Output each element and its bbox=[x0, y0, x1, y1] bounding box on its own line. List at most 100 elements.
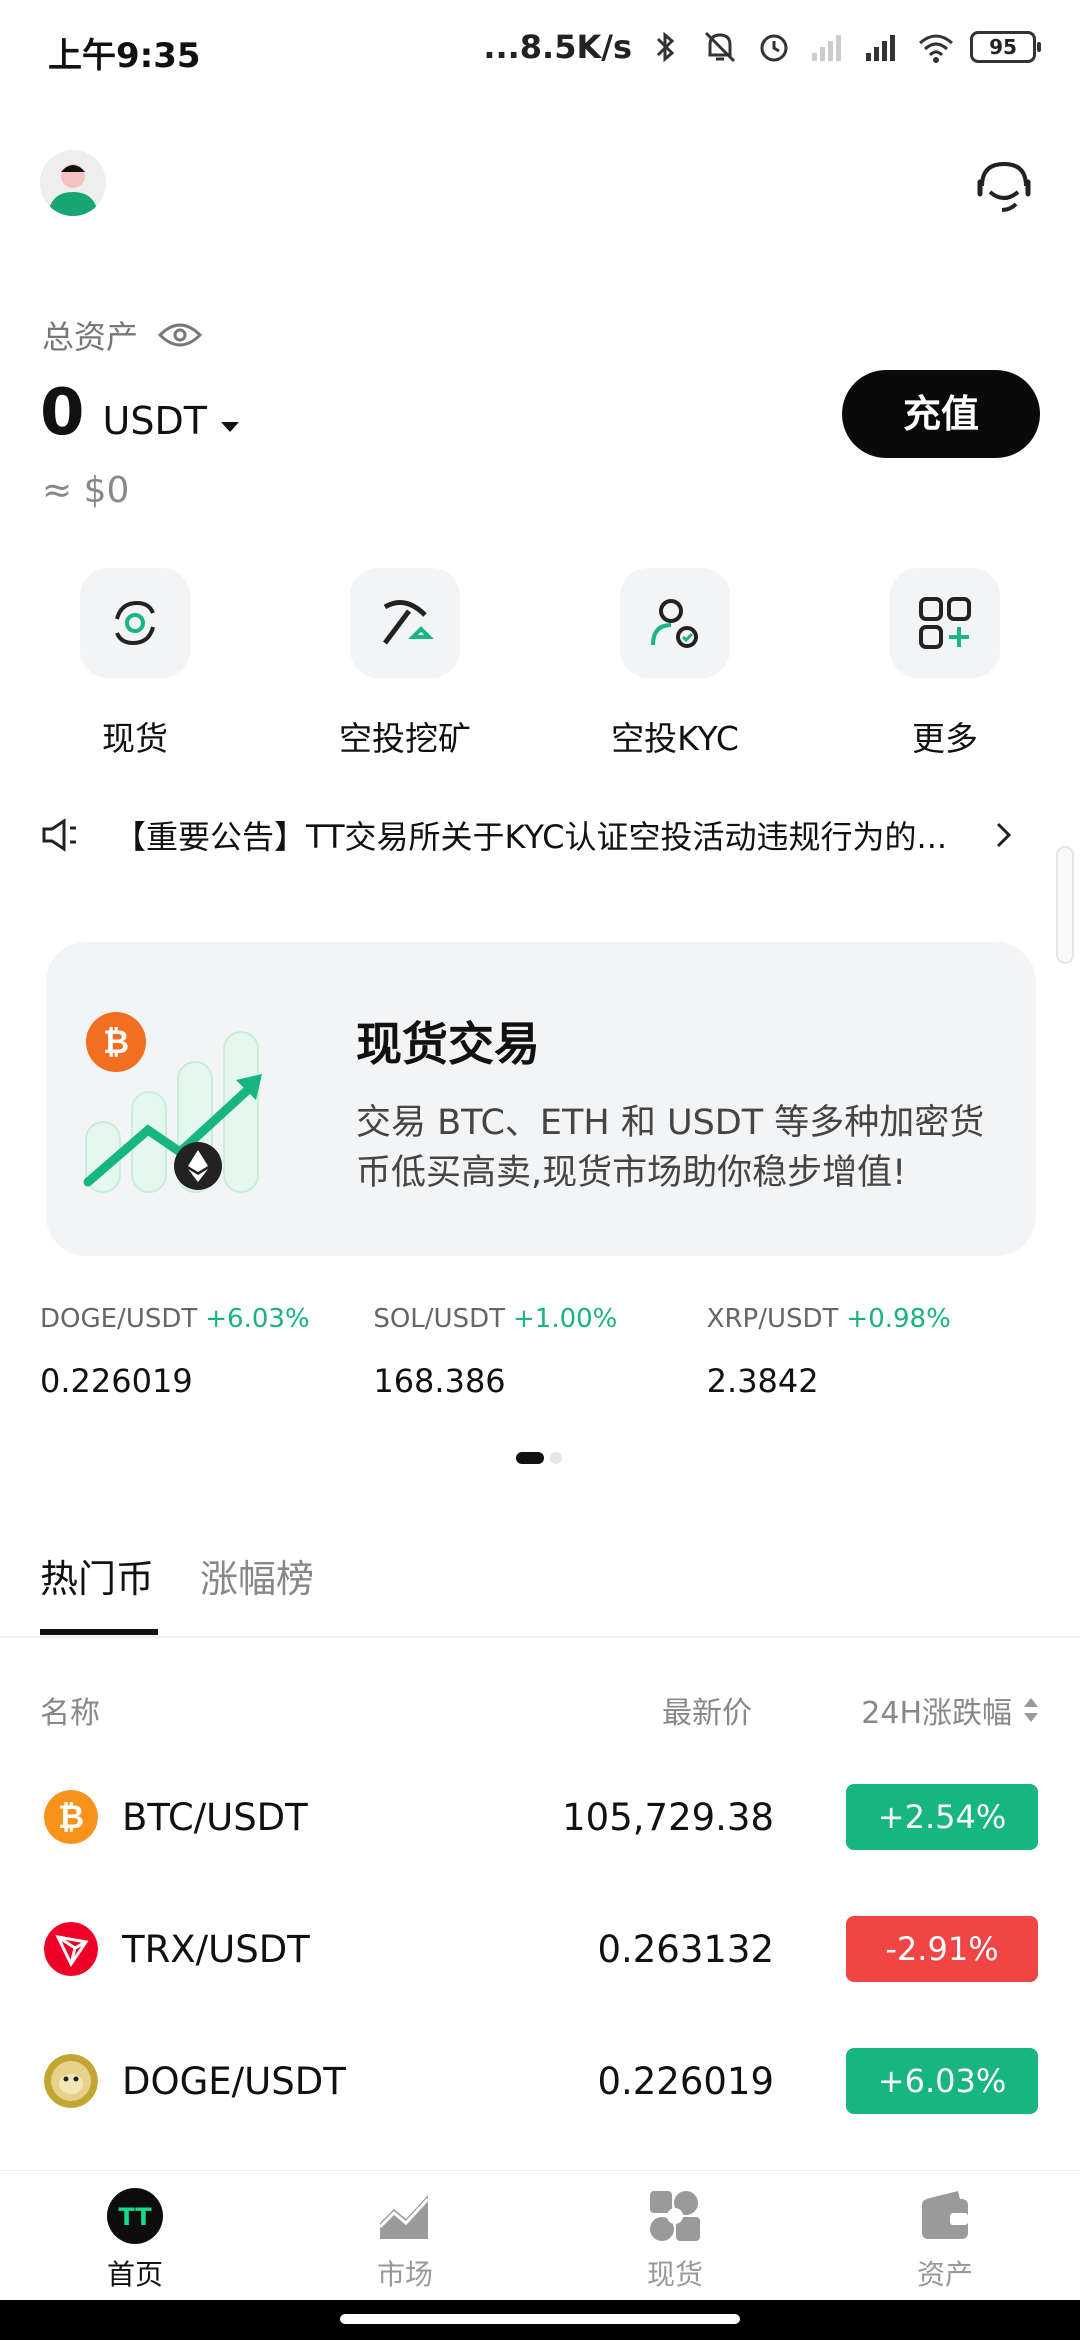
coin-pair: DOGE/USDT bbox=[122, 2060, 346, 2103]
ticker-pair: XRP/USDT bbox=[706, 1304, 839, 1334]
coin-price: 0.263132 bbox=[597, 1928, 774, 1971]
svg-text:₿: ₿ bbox=[58, 1798, 84, 1836]
chevron-right-icon bbox=[996, 822, 1012, 848]
market-chart-icon bbox=[378, 2195, 430, 2239]
signal-icon bbox=[812, 35, 841, 61]
status-time: 上午9:35 bbox=[48, 36, 201, 76]
nav-label: 现货 bbox=[646, 2258, 703, 2291]
banner-title: 现货交易 bbox=[356, 1017, 540, 1071]
column-header-change-label: 24H涨跌幅 bbox=[861, 1696, 1012, 1731]
ticker-header: DOGE/USDT +6.03% bbox=[40, 1304, 373, 1334]
mute-bell-icon bbox=[704, 31, 736, 63]
nav-spot[interactable]: 现货 bbox=[540, 2171, 810, 2300]
doge-icon bbox=[44, 2054, 98, 2108]
spot-trading-banner[interactable]: ₿ 现货交易 交易 BTC、ETH 和 USDT 等多种加密货币低买高卖,现货市… bbox=[46, 942, 1036, 1256]
ticker-header: XRP/USDT +0.98% bbox=[707, 1304, 1040, 1334]
quick-action-label: 空投KYC bbox=[611, 719, 739, 758]
announcement-bar[interactable]: 【重要公告】TT交易所关于KYC认证空投活动违规行为的... bbox=[40, 810, 1040, 860]
ticker-price: 2.3842 bbox=[706, 1362, 819, 1400]
status-icons: ...8.5K/s 95 bbox=[483, 28, 1041, 66]
caret-down-icon bbox=[220, 422, 239, 432]
column-header-name: 名称 bbox=[40, 1696, 100, 1731]
column-header-price: 最新价 bbox=[662, 1696, 752, 1731]
spot-icon bbox=[80, 568, 190, 678]
ticker-doge[interactable]: DOGE/USDT +6.03% 0.226019 bbox=[40, 1304, 373, 1400]
sort-icon bbox=[1024, 1698, 1038, 1722]
status-bar: 上午9:35 ...8.5K/s 95 bbox=[0, 0, 1080, 100]
assets-unit: USDT bbox=[102, 399, 207, 443]
assets-amount: 0 bbox=[40, 376, 85, 450]
nav-market[interactable]: 市场 bbox=[270, 2171, 540, 2300]
customer-service-icon[interactable] bbox=[972, 156, 1036, 216]
quick-action-airdrop-kyc[interactable]: 空投KYC bbox=[540, 568, 810, 760]
svg-text:TT: TT bbox=[118, 2203, 152, 2231]
btc-icon: ₿ bbox=[44, 1790, 98, 1844]
ticker-header: SOL/USDT +1.00% bbox=[373, 1304, 706, 1334]
ticker-xrp[interactable]: XRP/USDT +0.98% 2.3842 bbox=[707, 1304, 1040, 1400]
total-assets-text: 总资产 bbox=[42, 318, 139, 356]
hd-signal-icon bbox=[866, 35, 895, 61]
ticker-change: +0.98% bbox=[846, 1304, 951, 1334]
home-tt-icon: TT bbox=[107, 2188, 163, 2244]
coin-change-badge: +6.03% bbox=[846, 2048, 1038, 2114]
table-header: 名称 最新价 24H涨跌幅 bbox=[40, 1688, 1040, 1731]
total-assets-label: 总资产 bbox=[42, 312, 203, 358]
divider bbox=[0, 1636, 1080, 1638]
trading-chart-illustration-icon: ₿ bbox=[83, 1012, 262, 1193]
speaker-icon bbox=[42, 818, 76, 852]
announcement-text: 【重要公告】TT交易所关于KYC认证空投活动违规行为的... bbox=[114, 818, 948, 856]
nav-label: 市场 bbox=[376, 2258, 433, 2291]
wifi-icon bbox=[919, 34, 953, 63]
market-tabs: 热门币 涨幅榜 bbox=[40, 1548, 314, 1635]
bluetooth-icon bbox=[656, 31, 675, 63]
ticker-price: 168.386 bbox=[373, 1362, 506, 1400]
avatar[interactable] bbox=[40, 150, 106, 216]
table-row[interactable]: ₿ BTC/USDT 105,729.38 +2.54% bbox=[40, 1784, 1040, 1850]
quick-action-spot[interactable]: 现货 bbox=[0, 568, 270, 760]
ticker-sol[interactable]: SOL/USDT +1.00% 168.386 bbox=[373, 1304, 706, 1400]
more-grid-icon bbox=[890, 568, 1000, 678]
ticker-strip: DOGE/USDT +6.03% 0.226019 SOL/USDT +1.00% … bbox=[40, 1304, 1040, 1400]
ticker-change: +1.00% bbox=[512, 1304, 618, 1334]
nav-home[interactable]: TT 首页 bbox=[0, 2171, 270, 2300]
nav-assets[interactable]: 资产 bbox=[810, 2171, 1080, 2300]
avatar-image bbox=[40, 150, 106, 216]
quick-action-airdrop-mining[interactable]: 空投挖矿 bbox=[270, 568, 540, 760]
coin-change-badge: -2.91% bbox=[846, 1916, 1038, 1982]
assets-approx-value: ≈ $0 bbox=[42, 470, 130, 511]
quick-action-label: 更多 bbox=[912, 719, 978, 758]
deposit-button[interactable]: 充值 bbox=[842, 370, 1040, 458]
pickaxe-icon bbox=[350, 568, 460, 678]
banner-description: 交易 BTC、ETH 和 USDT 等多种加密货币低买高卖,现货市场助你稳步增值… bbox=[356, 1103, 985, 1193]
network-speed: ...8.5K/s bbox=[483, 28, 632, 66]
scrollbar[interactable] bbox=[1056, 846, 1074, 964]
quick-action-label: 现货 bbox=[102, 719, 168, 758]
table-row[interactable]: TRX/USDT 0.263132 -2.91% bbox=[40, 1916, 1040, 1982]
carousel-dot bbox=[550, 1452, 562, 1464]
tab-top-gainers[interactable]: 涨幅榜 bbox=[200, 1548, 314, 1635]
tab-hot-coins[interactable]: 热门币 bbox=[40, 1548, 159, 1635]
battery-indicator: 95 bbox=[970, 31, 1041, 63]
total-assets-value[interactable]: 0 USDT bbox=[40, 376, 241, 450]
bottom-navigation: TT 首页 市场 现货 资产 bbox=[0, 2170, 1080, 2300]
coin-pair: TRX/USDT bbox=[122, 1928, 310, 1971]
quick-action-label: 空投挖矿 bbox=[339, 719, 471, 758]
ticker-price: 0.226019 bbox=[40, 1362, 193, 1400]
coin-change-badge: +2.54% bbox=[846, 1784, 1038, 1850]
spot-nav-icon bbox=[650, 2191, 700, 2241]
coin-price: 0.226019 bbox=[597, 2060, 774, 2103]
quick-action-more[interactable]: 更多 bbox=[810, 568, 1080, 760]
wallet-icon bbox=[922, 2191, 968, 2239]
home-indicator[interactable] bbox=[340, 2314, 740, 2324]
carousel-indicator bbox=[516, 1452, 562, 1464]
eye-icon[interactable] bbox=[158, 321, 203, 349]
table-row[interactable]: DOGE/USDT 0.226019 +6.03% bbox=[40, 2048, 1040, 2114]
column-header-change[interactable]: 24H涨跌幅 bbox=[861, 1688, 1040, 1732]
nav-label: 资产 bbox=[916, 2258, 973, 2291]
user-check-icon bbox=[620, 568, 730, 678]
trx-icon bbox=[44, 1922, 98, 1976]
coin-pair: BTC/USDT bbox=[122, 1796, 308, 1839]
alarm-icon bbox=[760, 34, 788, 62]
quick-actions: 现货 空投挖矿 空投KYC 更多 bbox=[0, 568, 1080, 760]
ticker-pair: SOL/USDT bbox=[373, 1304, 505, 1334]
